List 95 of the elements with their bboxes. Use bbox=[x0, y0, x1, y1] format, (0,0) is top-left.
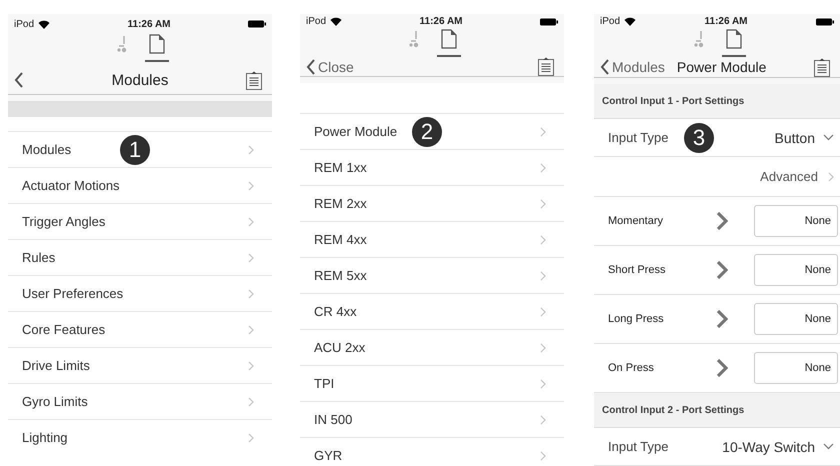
chevron-icon bbox=[540, 450, 546, 460]
clipboard-icon[interactable] bbox=[814, 58, 830, 77]
wifi-icon bbox=[624, 17, 636, 26]
nav-title: Modules bbox=[112, 72, 168, 88]
list-item[interactable]: REM 5xx bbox=[300, 257, 564, 293]
battery-icon bbox=[816, 18, 834, 26]
chevron-icon bbox=[540, 270, 546, 280]
chevron-icon bbox=[248, 324, 254, 334]
chevron-icon bbox=[248, 396, 254, 406]
field-label: Momentary bbox=[608, 215, 664, 227]
dropdown[interactable]: 10-Way Switch bbox=[722, 438, 834, 454]
chevron-icon bbox=[248, 288, 254, 298]
callout-badge: 2 bbox=[412, 116, 442, 146]
document-icon bbox=[441, 29, 457, 49]
value-field[interactable]: None bbox=[754, 205, 838, 237]
list-item[interactable]: Actuator Motions bbox=[8, 167, 272, 203]
back-button[interactable]: Close bbox=[306, 58, 354, 74]
status-time: 11:26 AM bbox=[704, 16, 748, 28]
back-chevron-icon bbox=[600, 59, 610, 76]
chevron-icon[interactable] bbox=[716, 309, 728, 329]
list-item[interactable]: CR 4xx bbox=[300, 293, 564, 329]
list-item[interactable]: REM 1xx bbox=[300, 149, 564, 185]
wheelchair-icon bbox=[692, 29, 706, 50]
list-item[interactable]: Power Module 2 bbox=[300, 113, 564, 149]
status-time: 11:26 AM bbox=[420, 16, 462, 27]
callout-badge: 1 bbox=[120, 134, 150, 164]
chevron-icon bbox=[540, 234, 546, 244]
back-chevron-icon bbox=[306, 58, 316, 74]
chevron-icon bbox=[248, 180, 254, 190]
carrier-label: iPod bbox=[14, 18, 34, 30]
list-item[interactable]: Gyro Limits bbox=[8, 383, 272, 419]
chevron-icon[interactable] bbox=[716, 211, 728, 231]
field-label: Input Type bbox=[608, 130, 668, 145]
wifi-icon bbox=[330, 17, 342, 26]
field-label: On Press bbox=[608, 362, 655, 374]
value-field[interactable]: None bbox=[754, 303, 838, 335]
list-item[interactable]: Trigger Angles bbox=[8, 203, 272, 239]
wifi-icon bbox=[38, 20, 50, 28]
carrier-label: iPod bbox=[306, 16, 326, 27]
document-icon bbox=[726, 29, 742, 50]
value-field[interactable]: None bbox=[754, 254, 838, 286]
status-time: 11:26 AM bbox=[128, 18, 170, 30]
list-item[interactable]: REM 4xx bbox=[300, 221, 564, 257]
battery-icon bbox=[540, 18, 558, 26]
list-item[interactable]: REM 2xx bbox=[300, 185, 564, 221]
chevron-icon bbox=[540, 198, 546, 208]
list-item[interactable]: Modules 1 bbox=[8, 131, 272, 167]
list-item[interactable]: Lighting bbox=[8, 419, 272, 455]
field-label: Short Press bbox=[608, 264, 666, 276]
callout-badge: 3 bbox=[684, 122, 714, 152]
chevron-icon bbox=[248, 216, 254, 226]
chevron-icon bbox=[540, 342, 546, 352]
list-item[interactable]: GYR bbox=[300, 437, 564, 466]
chevron-icon bbox=[540, 126, 546, 136]
section-header: Control Input 1 - Port Settings bbox=[594, 84, 840, 119]
list-item[interactable]: Core Features bbox=[8, 311, 272, 347]
document-tab[interactable] bbox=[145, 34, 169, 62]
chevron-icon bbox=[540, 414, 546, 424]
chevron-icon[interactable] bbox=[716, 260, 728, 280]
dropdown[interactable]: Button bbox=[774, 130, 834, 146]
back-button[interactable] bbox=[14, 72, 24, 88]
list-item[interactable]: User Preferences bbox=[8, 275, 272, 311]
document-tab[interactable] bbox=[722, 29, 746, 58]
chevron-icon[interactable] bbox=[716, 358, 728, 378]
document-tab[interactable] bbox=[437, 29, 461, 57]
list-item[interactable]: ACU 2xx bbox=[300, 329, 564, 365]
back-button[interactable]: Modules bbox=[600, 59, 665, 76]
list-item[interactable]: Rules bbox=[8, 239, 272, 275]
nav-title: Power Module bbox=[676, 59, 766, 76]
chevron-icon bbox=[828, 172, 834, 182]
document-icon bbox=[149, 34, 165, 54]
field-label: Long Press bbox=[608, 313, 665, 325]
battery-icon bbox=[248, 20, 266, 28]
chevron-icon bbox=[248, 360, 254, 370]
list-item[interactable]: IN 500 bbox=[300, 401, 564, 437]
list-item[interactable]: TPI bbox=[300, 365, 564, 401]
carrier-label: iPod bbox=[600, 16, 620, 28]
advanced-link[interactable]: Advanced bbox=[760, 169, 834, 184]
chevron-icon bbox=[248, 144, 254, 154]
back-chevron-icon bbox=[14, 72, 24, 88]
chevron-icon bbox=[540, 378, 546, 388]
list-item[interactable]: Drive Limits bbox=[8, 347, 272, 383]
chevron-icon bbox=[540, 306, 546, 316]
chevron-icon bbox=[540, 162, 546, 172]
dropdown-chevron-icon bbox=[823, 134, 834, 141]
clipboard-icon[interactable] bbox=[538, 57, 554, 76]
wheelchair-icon bbox=[407, 29, 421, 49]
clipboard-icon[interactable] bbox=[246, 70, 262, 90]
section-header: Control Input 2 - Port Settings bbox=[594, 393, 840, 428]
value-field[interactable]: None bbox=[754, 352, 838, 384]
chevron-icon bbox=[248, 432, 254, 442]
wheelchair-icon bbox=[115, 34, 129, 54]
field-label: Input Type bbox=[608, 439, 668, 454]
dropdown-chevron-icon bbox=[823, 443, 834, 450]
chevron-icon bbox=[248, 252, 254, 262]
